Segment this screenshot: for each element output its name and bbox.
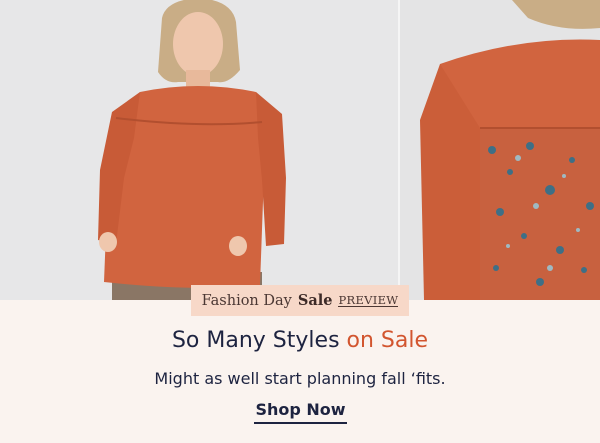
product-photos	[0, 0, 600, 300]
headline: So Many Styles on Sale	[0, 328, 600, 353]
badge-preview-tag: PREVIEW	[338, 292, 399, 308]
sale-preview-badge: Fashion Day Sale PREVIEW	[191, 285, 409, 316]
headline-text: So Many Styles	[171, 328, 340, 353]
subheadline: Might as well start planning fall ‘fits.	[154, 369, 446, 388]
shop-now-link[interactable]: Shop Now	[254, 398, 347, 424]
promo-banner[interactable]: Fashion Day Sale PREVIEW So Many Styles …	[0, 0, 600, 443]
badge-sale-word: Sale	[297, 292, 333, 309]
badge-prefix: Fashion Day	[201, 292, 292, 309]
model-front-photo	[0, 0, 398, 300]
model-back-photo	[400, 0, 600, 300]
headline-accent: on Sale	[346, 328, 429, 353]
